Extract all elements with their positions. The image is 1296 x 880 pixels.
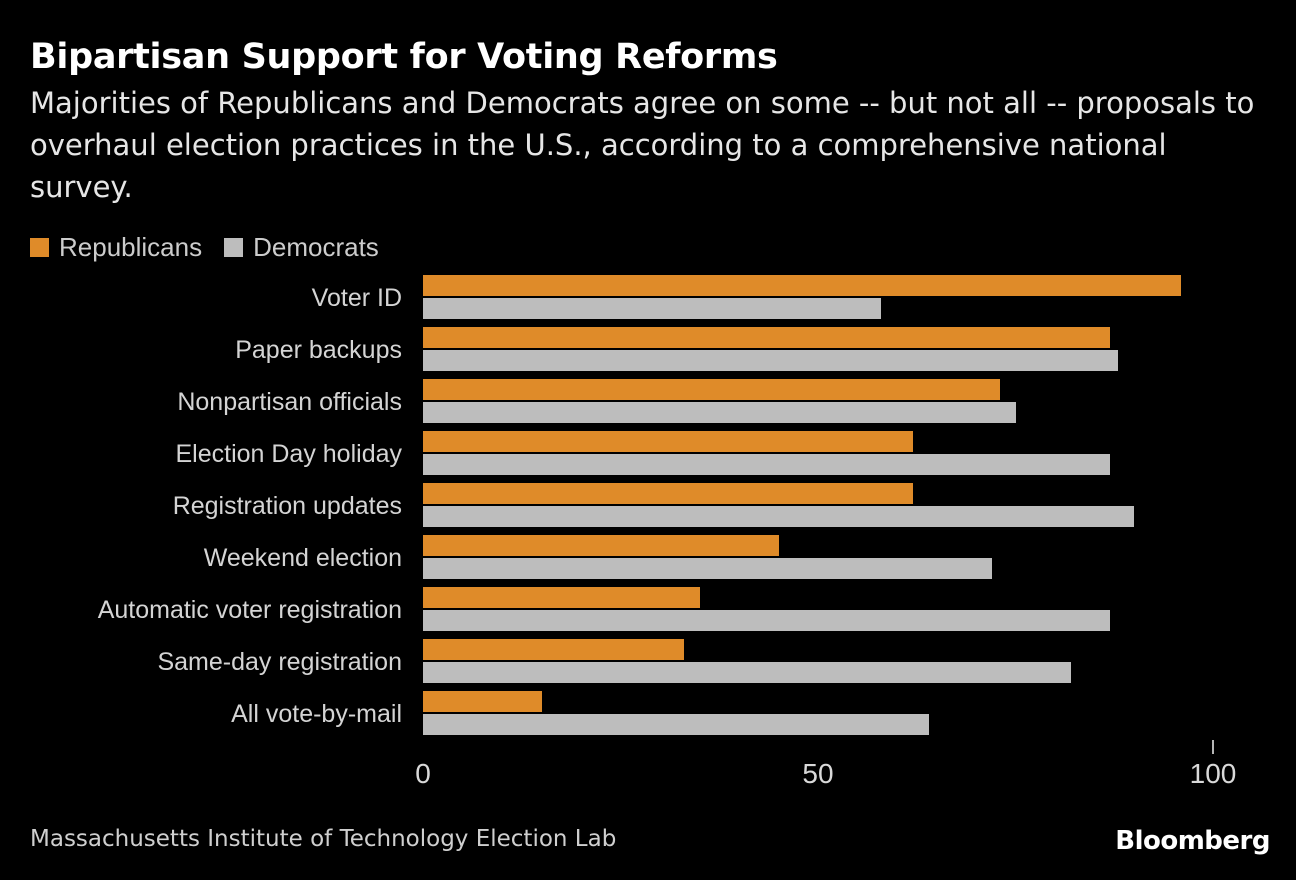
bar-group-row: Automatic voter registration (0, 584, 1296, 636)
chart-page: Bipartisan Support for Voting Reforms Ma… (0, 0, 1296, 880)
legend-swatch-republicans-icon (30, 237, 49, 257)
bar-group-row: All vote-by-mail (0, 688, 1296, 740)
bloomberg-logo: Bloomberg (1115, 826, 1270, 856)
category-label: Election Day holiday (175, 439, 402, 468)
bar-republicans[interactable] (423, 431, 913, 452)
bar-democrats[interactable] (423, 298, 882, 319)
bar-group-row: Same-day registration (0, 636, 1296, 688)
bar-republicans[interactable] (423, 587, 700, 608)
bar-group-row: Nonpartisan officials (0, 376, 1296, 428)
bar-democrats[interactable] (423, 506, 1134, 527)
bar-democrats[interactable] (423, 402, 1016, 423)
bar-pair (423, 272, 1213, 324)
bar-pair (423, 584, 1213, 636)
chart-legend: Republicans Democrats (30, 234, 379, 260)
category-label: All vote-by-mail (231, 699, 402, 728)
bar-republicans[interactable] (423, 275, 1182, 296)
bar-democrats[interactable] (423, 610, 1111, 631)
bar-democrats[interactable] (423, 714, 929, 735)
bar-republicans[interactable] (423, 535, 779, 556)
legend-label: Democrats (253, 232, 379, 262)
category-label: Paper backups (235, 335, 402, 364)
legend-label: Republicans (59, 232, 203, 262)
bar-rows: Voter ID Paper backups Nonpartisan officia… (0, 272, 1296, 740)
x-axis-tick-mark (1212, 740, 1214, 754)
category-label: Same-day registration (157, 647, 402, 676)
category-label: Nonpartisan officials (177, 387, 402, 416)
bar-group-row: Weekend election (0, 532, 1296, 584)
category-label: Registration updates (172, 491, 402, 520)
bar-democrats[interactable] (423, 662, 1071, 683)
chart-subtitle: Majorities of Republicans and Democrats … (30, 86, 1255, 204)
x-axis-tick-label: 50 (802, 758, 834, 789)
bar-democrats[interactable] (423, 454, 1111, 475)
bar-republicans[interactable] (423, 691, 542, 712)
legend-item-republicans[interactable]: Republicans (30, 234, 202, 260)
bar-pair (423, 688, 1213, 740)
bar-republicans[interactable] (423, 379, 1000, 400)
chart-plot-area: Voter ID Paper backups Nonpartisan officia… (0, 272, 1296, 740)
legend-swatch-democrats-icon (224, 237, 244, 257)
bar-group-row: Registration updates (0, 480, 1296, 532)
bar-group-row: Voter ID (0, 272, 1296, 324)
bar-group-row: Election Day holiday (0, 428, 1296, 480)
source-credit: Massachusetts Institute of Technology El… (30, 826, 617, 852)
category-label: Automatic voter registration (97, 595, 402, 624)
category-label: Weekend election (203, 543, 402, 572)
bar-pair (423, 532, 1213, 584)
bar-pair (423, 324, 1213, 376)
bar-pair (423, 636, 1213, 688)
bar-republicans[interactable] (423, 639, 684, 660)
page-title: Bipartisan Support for Voting Reforms (30, 37, 778, 77)
bar-democrats[interactable] (423, 350, 1119, 371)
chart-footer: Massachusetts Institute of Technology El… (0, 810, 1296, 880)
bar-republicans[interactable] (423, 483, 913, 504)
x-axis: 0 50 100 (0, 740, 1296, 800)
bar-pair (423, 376, 1213, 428)
category-label: Voter ID (311, 283, 402, 312)
x-axis-tick-label: 100 (1189, 758, 1237, 789)
legend-item-democrats[interactable]: Democrats (224, 234, 379, 260)
bar-republicans[interactable] (423, 327, 1111, 348)
bar-group-row: Paper backups (0, 324, 1296, 376)
chart-header: Bipartisan Support for Voting Reforms Ma… (30, 36, 1270, 208)
x-axis-tick-label: 0 (415, 758, 431, 789)
bar-pair (423, 428, 1213, 480)
bar-pair (423, 480, 1213, 532)
bar-democrats[interactable] (423, 558, 992, 579)
